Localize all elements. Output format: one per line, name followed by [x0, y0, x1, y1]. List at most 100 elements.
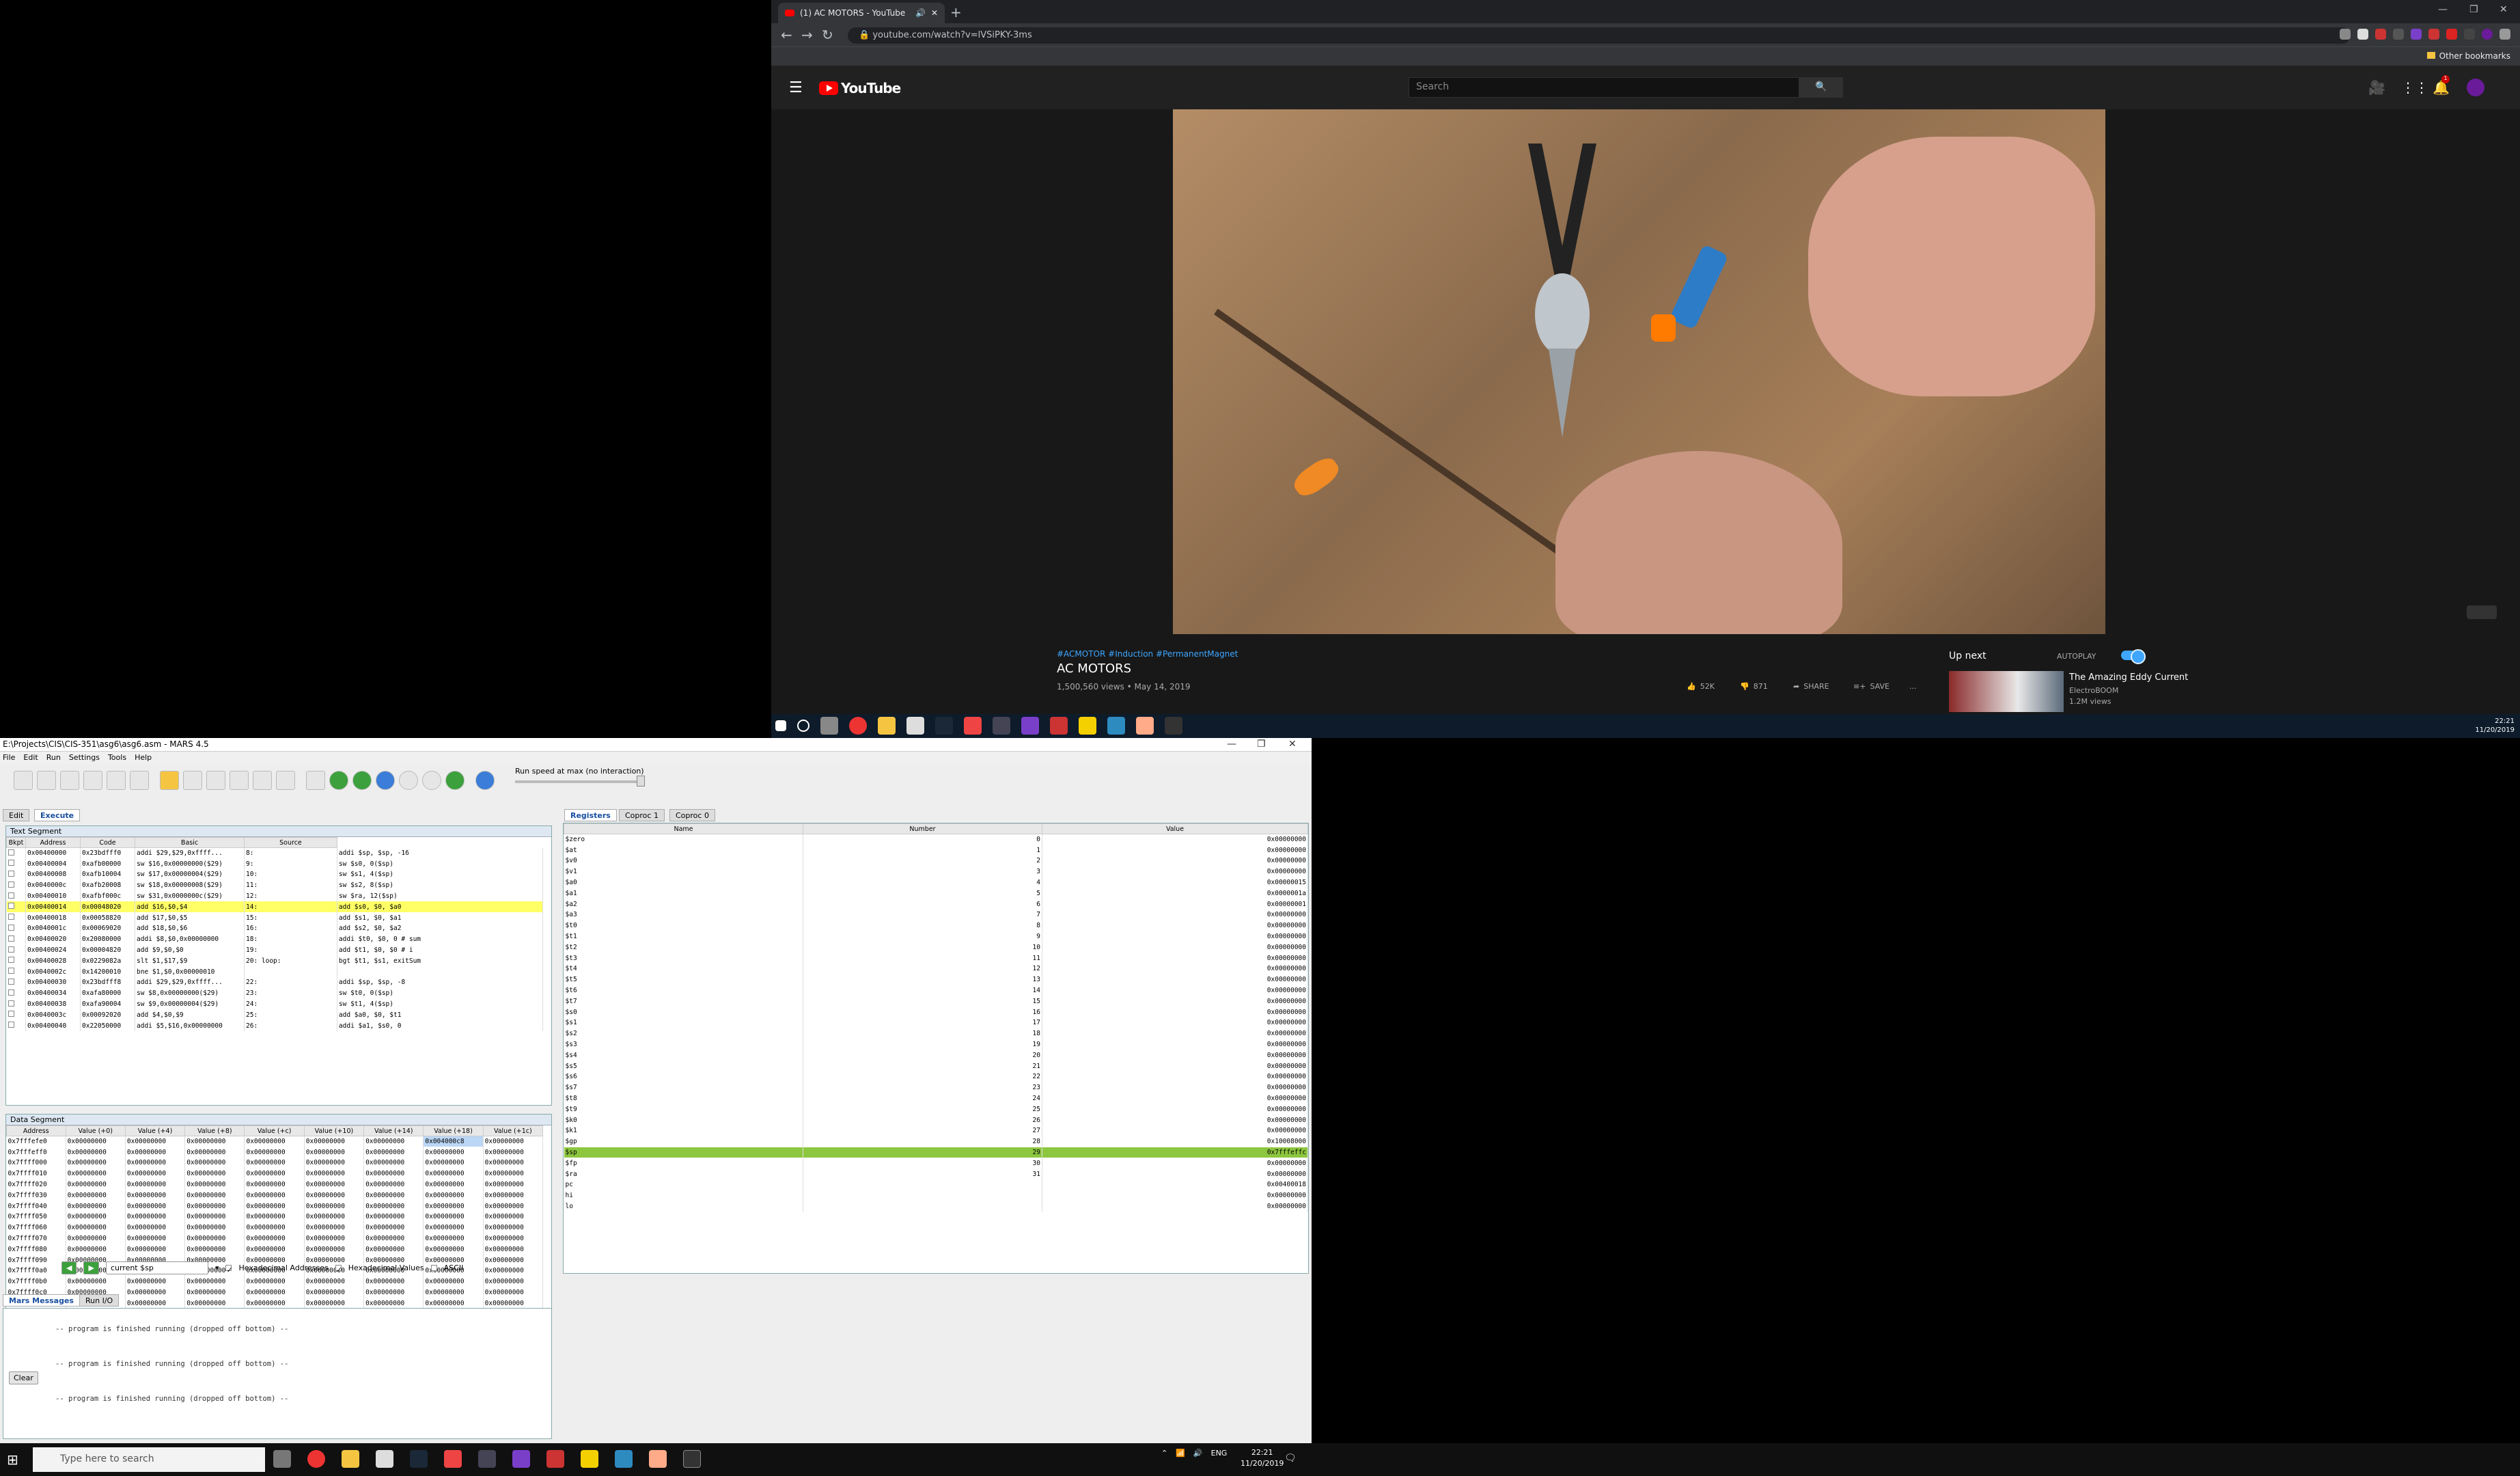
value-cell[interactable]: 0x00000000	[244, 1190, 305, 1201]
app-icon[interactable]	[1079, 717, 1096, 735]
value-cell[interactable]: 0x00000000	[304, 1147, 365, 1158]
channel-watermark[interactable]	[2467, 605, 2497, 619]
register-row[interactable]: $s1 17 0x00000000	[564, 1017, 1308, 1028]
network-icon[interactable]: 📶	[1176, 1449, 1185, 1458]
value-cell[interactable]: 0x00000000	[363, 1179, 424, 1190]
menu-settings[interactable]: Settings	[69, 753, 100, 763]
value-cell[interactable]: 0x00000000	[66, 1158, 126, 1168]
terminal-icon[interactable]	[1165, 717, 1182, 735]
slider-thumb[interactable]	[637, 776, 645, 787]
register-row[interactable]: hi 0x00000000	[564, 1190, 1308, 1201]
register-row[interactable]: $k0 26 0x00000000	[564, 1115, 1308, 1126]
windows-start-icon[interactable]	[775, 720, 786, 731]
hex-values-checkbox[interactable]: ✓	[335, 1265, 342, 1274]
like-button[interactable]: 👍 52K	[1687, 682, 1715, 691]
breakpoint-checkbox[interactable]	[6, 912, 26, 924]
register-row[interactable]: $v1 3 0x00000000	[564, 866, 1308, 877]
value-cell[interactable]: 0x00000000	[483, 1287, 544, 1298]
up-next-thumbnail[interactable]	[1949, 671, 2064, 712]
visual-studio-icon[interactable]	[512, 1450, 530, 1468]
register-row[interactable]: $t5 13 0x00000000	[564, 974, 1308, 985]
value-cell[interactable]: 0x00000000	[125, 1276, 186, 1287]
register-row[interactable]: $ra 31 0x00000000	[564, 1168, 1308, 1179]
value-cell[interactable]: 0x00000000	[244, 1276, 305, 1287]
save-file-button[interactable]	[60, 771, 79, 790]
menu-dots-icon[interactable]	[2500, 29, 2510, 40]
menu-help[interactable]: Help	[135, 753, 152, 763]
value-cell[interactable]: 0x00000000	[363, 1276, 424, 1287]
value-cell[interactable]: 0x00000000	[244, 1136, 305, 1147]
value-cell[interactable]: 0x00000000	[244, 1287, 305, 1298]
create-video-icon[interactable]: 🎥	[2368, 79, 2385, 96]
value-cell[interactable]: 0x00000000	[304, 1158, 365, 1168]
register-row[interactable]: $s3 19 0x00000000	[564, 1039, 1308, 1050]
chevron-up-icon[interactable]: ⌃	[1161, 1449, 1167, 1458]
table-row[interactable]: 0x00400010 0xafbf000c sw $31,0x0000000c($2…	[6, 890, 544, 902]
value-cell[interactable]: 0x00000000	[363, 1212, 424, 1222]
value-cell[interactable]: 0x00000000	[66, 1179, 126, 1190]
bookmark-star-icon[interactable]	[2340, 29, 2351, 40]
value-cell[interactable]: 0x00000000	[304, 1287, 365, 1298]
app-icon[interactable]	[581, 1450, 598, 1468]
value-cell[interactable]: 0x00000000	[363, 1298, 424, 1309]
task-view-icon[interactable]	[820, 717, 838, 735]
value-cell[interactable]: 0x00000000	[363, 1287, 424, 1298]
tab-run-io[interactable]: Run I/O	[79, 1294, 120, 1307]
apps-grid-icon[interactable]: ⋮⋮	[2401, 79, 2428, 96]
steam-icon[interactable]	[410, 1450, 428, 1468]
value-cell[interactable]: 0x00000000	[244, 1298, 305, 1309]
close-tab-icon[interactable]: ✕	[931, 8, 938, 18]
address-bar[interactable]: 🔒 youtube.com/watch?v=lVSiPKY-3ms	[848, 27, 2351, 44]
register-row[interactable]: $sp 29 0x7fffeffc	[564, 1147, 1308, 1158]
value-cell[interactable]: 0x00000000	[483, 1136, 544, 1147]
ascii-checkbox[interactable]	[430, 1265, 437, 1271]
value-cell[interactable]: 0x00000000	[363, 1147, 424, 1158]
value-cell[interactable]: 0x004000c8	[423, 1136, 484, 1147]
value-cell[interactable]: 0x00000000	[125, 1168, 186, 1179]
value-cell[interactable]: 0x00000000	[423, 1147, 484, 1158]
value-cell[interactable]: 0x00000000	[483, 1222, 544, 1233]
value-cell[interactable]: 0x00000000	[423, 1298, 484, 1309]
extension-icon[interactable]	[2464, 29, 2475, 40]
autoplay-toggle[interactable]	[2121, 649, 2146, 664]
value-cell[interactable]: 0x00000000	[184, 1298, 245, 1309]
value-cell[interactable]: 0x00000000	[184, 1158, 245, 1168]
steam-icon[interactable]	[935, 717, 953, 735]
breakpoint-checkbox[interactable]	[6, 1009, 26, 1021]
breakpoint-checkbox[interactable]	[6, 858, 26, 870]
value-cell[interactable]: 0x00000000	[184, 1276, 245, 1287]
tab-coproc0[interactable]: Coproc 0	[669, 809, 715, 821]
table-row[interactable]: 0x00400040 0x22050000 addi $5,$16,0x000000…	[6, 1020, 544, 1032]
memory-location-select[interactable]: current $sp	[105, 1261, 208, 1274]
volume-icon[interactable]: 🔊	[1193, 1449, 1203, 1458]
search-button[interactable]: 🔍	[1799, 77, 1843, 98]
value-cell[interactable]: 0x00000000	[244, 1201, 305, 1212]
value-cell[interactable]: 0x00000000	[66, 1212, 126, 1222]
register-row[interactable]: $t7 15 0x00000000	[564, 996, 1308, 1007]
reset-button[interactable]	[445, 771, 465, 790]
value-cell[interactable]: 0x00000000	[184, 1212, 245, 1222]
backstep-button[interactable]	[376, 771, 395, 790]
extension-icon[interactable]	[2375, 29, 2386, 40]
value-cell[interactable]: 0x00000000	[423, 1168, 484, 1179]
table-row[interactable]: 0x00400024 0x00004820 add $9,$0,$0 19: add $…	[6, 944, 544, 956]
file-explorer-icon[interactable]	[342, 1450, 359, 1468]
paste-button[interactable]	[253, 771, 272, 790]
app-icon[interactable]	[376, 1450, 393, 1468]
breakpoint-checkbox[interactable]	[6, 977, 26, 988]
breakpoint-checkbox[interactable]	[6, 923, 26, 934]
register-row[interactable]: $v0 2 0x00000000	[564, 856, 1308, 866]
value-cell[interactable]: 0x00000000	[184, 1190, 245, 1201]
value-cell[interactable]: 0x00000000	[125, 1287, 186, 1298]
breakpoint-checkbox[interactable]	[6, 869, 26, 880]
register-row[interactable]: $s6 22 0x00000000	[564, 1071, 1308, 1082]
value-cell[interactable]: 0x00000000	[125, 1201, 186, 1212]
youtube-logo[interactable]: YouTube	[819, 80, 901, 96]
value-cell[interactable]: 0x00000000	[66, 1222, 126, 1233]
value-cell[interactable]: 0x00000000	[423, 1190, 484, 1201]
register-row[interactable]: $s7 23 0x00000000	[564, 1082, 1308, 1093]
value-cell[interactable]: 0x00000000	[363, 1233, 424, 1244]
app-icon[interactable]	[1050, 717, 1068, 735]
tab-edit[interactable]: Edit	[3, 809, 30, 821]
extension-icon[interactable]	[2357, 29, 2368, 40]
